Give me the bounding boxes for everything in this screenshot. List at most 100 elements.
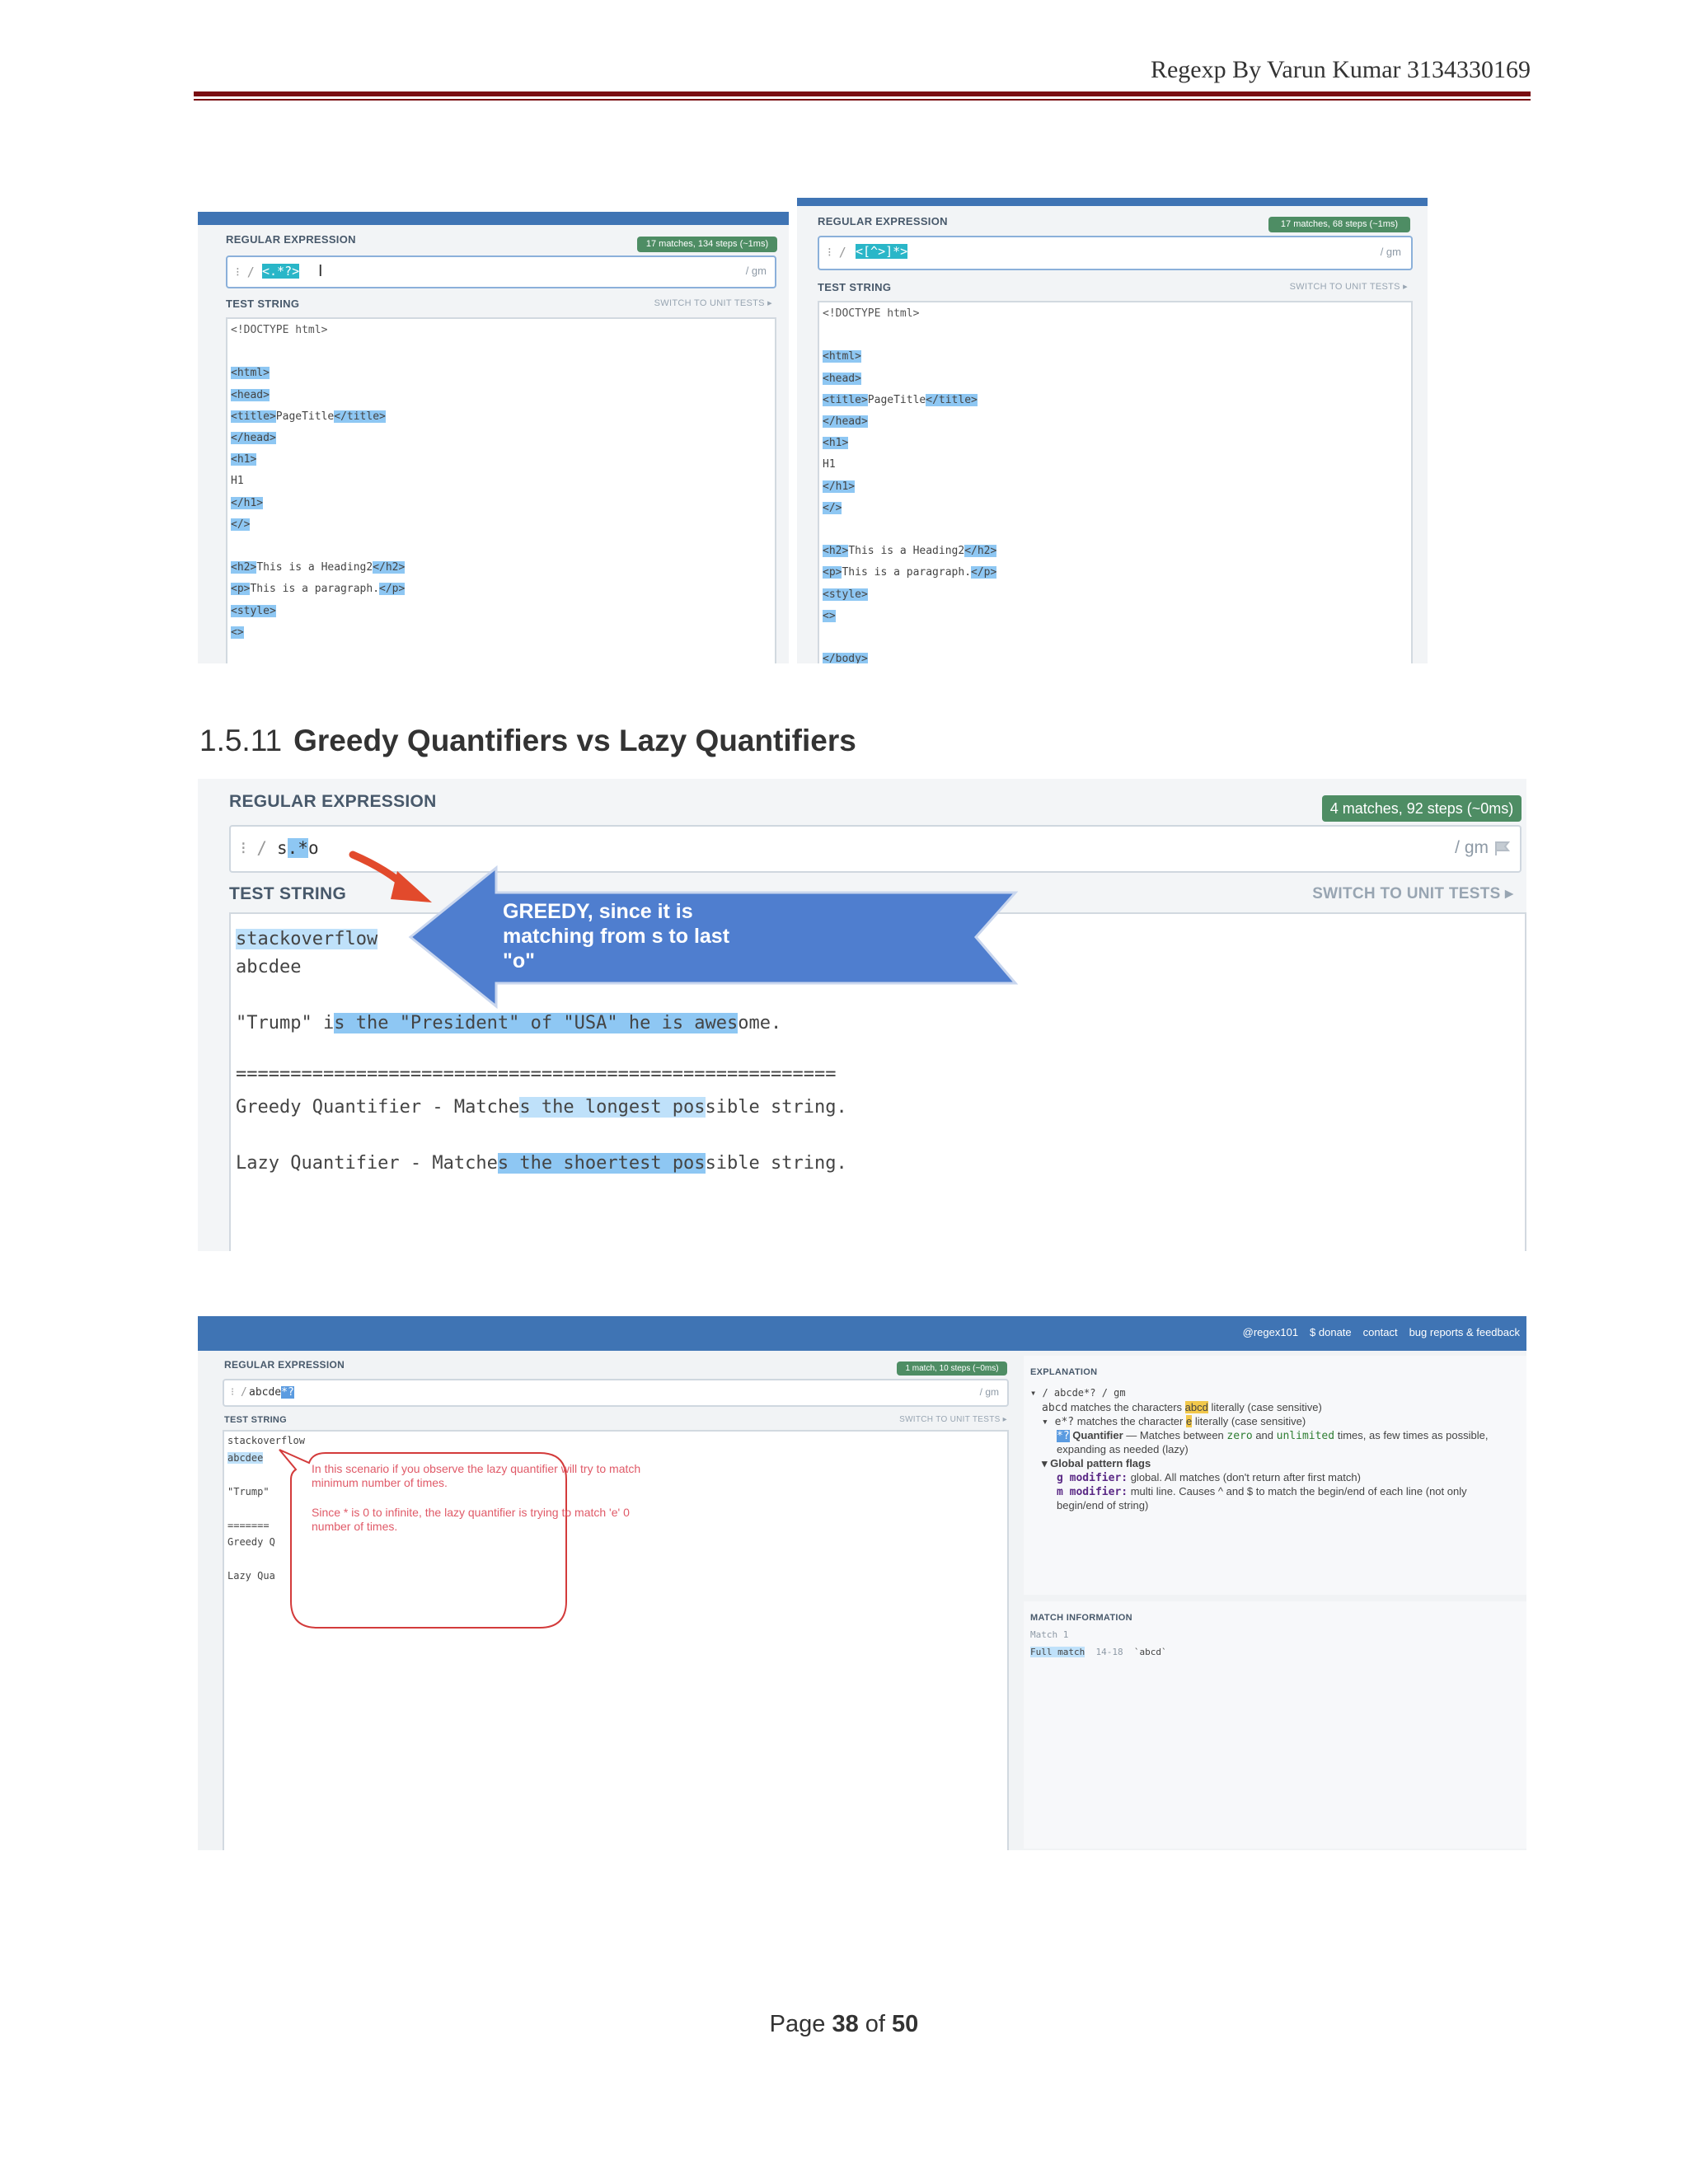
regex-input[interactable]: ⁝ / <[^>]*> / gm xyxy=(818,236,1413,270)
footer-of: of xyxy=(858,2011,893,2037)
test-string-area[interactable]: <!DOCTYPE html> <html> <head> <title>PageTi… xyxy=(226,317,776,663)
test-line: <head> xyxy=(823,372,861,385)
switch-unit-tests-link[interactable]: SWITCH TO UNIT TESTS ▸ xyxy=(1312,884,1513,903)
regex-match: <> xyxy=(231,626,244,639)
top-nav-link[interactable]: @regex101 xyxy=(1243,1326,1298,1338)
test-line: H1 xyxy=(823,458,836,471)
switch-unit-tests-link[interactable]: SWITCH TO UNIT TESTS ▸ xyxy=(692,1415,1007,1424)
regex-match: <html> xyxy=(823,350,861,363)
test-line: <!DOCTYPE html> xyxy=(823,307,919,320)
explanation-line[interactable]: ▾ Global pattern flags xyxy=(1042,1457,1151,1470)
regex-label: REGULAR EXPRESSION xyxy=(229,792,437,811)
footer-prefix: Page xyxy=(769,2011,832,2037)
test-string-area[interactable]: <!DOCTYPE html> <html> <head> <title>PageTi… xyxy=(818,301,1413,663)
test-line: </h1> xyxy=(823,480,856,493)
site-top-bar: @regex101 $ donate contact bug reports & fe… xyxy=(198,1316,1526,1351)
screenshot-lazy: @regex101 $ donate contact bug reports & fe… xyxy=(198,1316,1526,1850)
test-line: Lazy Quantifier - Matches the shoertest … xyxy=(236,1153,847,1174)
page-total: 50 xyxy=(892,2011,919,2037)
regex-literal-o: o xyxy=(307,838,319,858)
text-segment: matches the character xyxy=(1074,1415,1186,1427)
test-line: <style> xyxy=(231,604,276,617)
regex-match: <title> xyxy=(231,410,276,423)
regex-label: REGULAR EXPRESSION xyxy=(224,1359,345,1371)
test-line: <head> xyxy=(231,388,270,401)
regex-text: abcde*? xyxy=(249,1386,294,1399)
text-segment: matches the characters xyxy=(1067,1401,1185,1413)
regex-match: <h1> xyxy=(231,453,257,466)
text-segment: global. All matches (don't return after … xyxy=(1128,1471,1361,1483)
regex-delimiter: ⁝ / xyxy=(231,1386,247,1399)
explanation-line: m modifier: multi line. Causes ^ and $ t… xyxy=(1057,1485,1467,1498)
regex-input[interactable]: ⁝ / <.*?> I / gm xyxy=(226,255,776,288)
test-line: </> xyxy=(231,518,251,531)
panel-top-bar xyxy=(797,198,1428,206)
screenshot-negated-class-regex: REGULAR EXPRESSION 17 matches, 68 steps … xyxy=(797,198,1428,663)
text-segment: Lazy Quantifier - Matche xyxy=(236,1153,498,1174)
match-status-badge: 17 matches, 68 steps (~1ms) xyxy=(1268,217,1410,232)
regex-match: </h2> xyxy=(373,561,406,574)
regex-match: </body> xyxy=(823,653,868,663)
test-line: "Trump" xyxy=(227,1485,270,1497)
switch-unit-tests-link[interactable]: SWITCH TO UNIT TESTS ▸ xyxy=(1290,281,1408,292)
greedy-match: s the "President" of "USA" he is awes xyxy=(334,1013,738,1033)
flag-icon[interactable] xyxy=(1493,840,1512,856)
test-line: </> xyxy=(823,501,842,514)
top-nav-link[interactable]: contact xyxy=(1363,1326,1398,1338)
regex-flags[interactable]: / gm xyxy=(980,1386,999,1398)
token-highlight: *? xyxy=(1057,1430,1070,1442)
switch-unit-tests-link[interactable]: SWITCH TO UNIT TESTS ▸ xyxy=(654,298,772,308)
regex-flags[interactable]: / gm xyxy=(1381,246,1401,258)
greedy-match: s the shoertest pos xyxy=(497,1153,706,1174)
regex-flags[interactable]: / gm xyxy=(746,265,767,277)
regex-match: <h2> xyxy=(231,561,257,574)
test-line: Greedy Quantifier - Matches the longest … xyxy=(236,1097,847,1118)
regex-input[interactable]: ⁝ / abcde*? / gm xyxy=(223,1379,1009,1407)
page-number: 38 xyxy=(832,2011,859,2037)
regex-match: </title> xyxy=(926,393,978,406)
token: m modifier: xyxy=(1057,1486,1128,1498)
regex-delimiter: ⁝ / xyxy=(241,838,267,858)
regex-text: s.*o xyxy=(277,838,319,858)
screenshot-greedy: REGULAR EXPRESSION 4 matches, 92 steps (… xyxy=(198,779,1526,1251)
regex-match: <h1> xyxy=(823,437,849,450)
note-text-1: In this scenario if you observe the lazy… xyxy=(312,1462,641,1489)
page-header: Regexp By Varun Kumar 3134330169 xyxy=(1150,56,1531,83)
test-line: stackoverflow xyxy=(236,929,378,949)
greedy-match: stackoverflow xyxy=(236,929,378,949)
test-line: </h1> xyxy=(231,496,264,509)
test-line: ======= xyxy=(227,1519,270,1531)
text-cursor-icon: I xyxy=(318,262,323,280)
separator-line: ========================================… xyxy=(236,1064,837,1085)
top-nav-link[interactable]: bug reports & feedback xyxy=(1409,1326,1520,1338)
explanation-line: *? Quantifier — Matches between zero and… xyxy=(1057,1429,1489,1442)
top-nav-link[interactable]: $ donate xyxy=(1310,1326,1352,1338)
regex-flags[interactable]: / gm xyxy=(1455,838,1489,858)
test-line: "Trump" is the "President" of "USA" he i… xyxy=(236,1013,781,1033)
token-highlight: abcd xyxy=(1184,1401,1208,1413)
note-text-2: Since * is 0 to infinite, the lazy quant… xyxy=(312,1506,630,1533)
text-segment: H1 xyxy=(823,458,836,471)
test-string-label: TEST STRING xyxy=(818,281,892,293)
match-row[interactable]: Full match 14-18 `abcd` xyxy=(1030,1647,1167,1657)
text-segment: This is a paragraph. xyxy=(842,566,972,579)
test-line: <> xyxy=(231,626,244,639)
regex-match: </head> xyxy=(231,432,276,444)
test-string-label: TEST STRING xyxy=(229,884,347,903)
regex-match: <p> xyxy=(231,583,251,596)
regex-delimiter: ⁝ / xyxy=(236,265,255,279)
text-segment: H1 xyxy=(231,475,244,488)
regex-match: </p> xyxy=(971,566,997,579)
regex-match: </h1> xyxy=(231,496,264,509)
test-line: </head> xyxy=(823,415,868,428)
text-segment: "Trump" i xyxy=(236,1013,335,1033)
test-line: <html> xyxy=(231,367,270,380)
text-segment: sible string. xyxy=(705,1097,847,1118)
test-line: <!DOCTYPE html> xyxy=(231,324,327,336)
test-line: <h1> xyxy=(823,437,849,450)
explanation-root[interactable]: ▾ / abcde*? / gm xyxy=(1030,1387,1126,1399)
regex-match: <title> xyxy=(823,393,868,406)
explanation-line[interactable]: ▾ e*? matches the character e literally … xyxy=(1042,1415,1306,1428)
screenshot-lazy-tag-regex: REGULAR EXPRESSION 17 matches, 134 steps… xyxy=(198,212,789,663)
regex-label: REGULAR EXPRESSION xyxy=(226,233,356,246)
